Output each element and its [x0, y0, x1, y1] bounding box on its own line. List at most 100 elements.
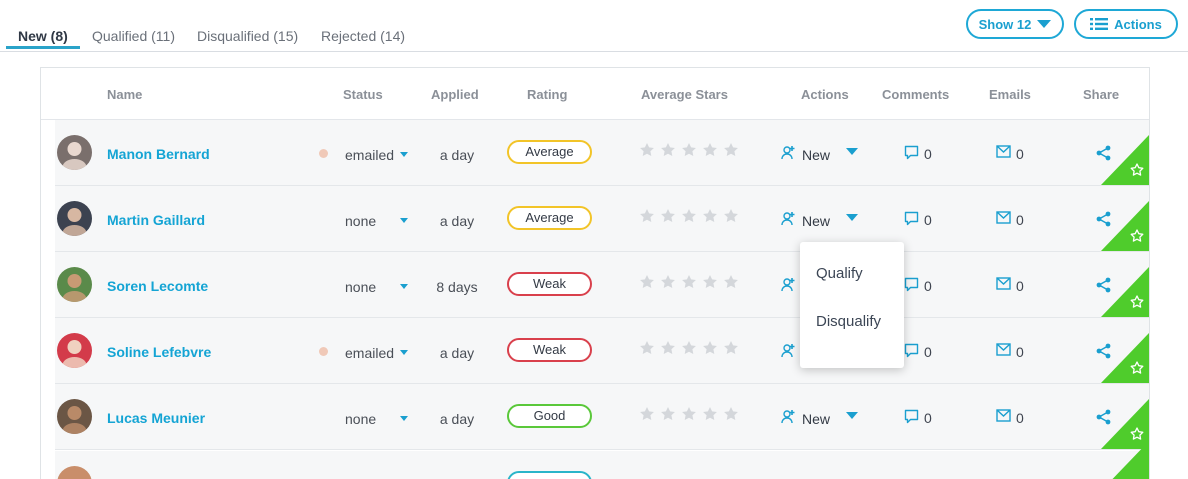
comments-count: 0: [924, 344, 932, 360]
star-icon[interactable]: [723, 208, 739, 224]
envelope-icon[interactable]: [996, 145, 1011, 158]
star-rating[interactable]: [639, 406, 739, 422]
star-icon[interactable]: [639, 340, 655, 356]
column-header-status[interactable]: Status: [343, 87, 383, 102]
column-header-comments[interactable]: Comments: [882, 87, 949, 102]
tab-qualified[interactable]: Qualified (11): [92, 28, 175, 44]
avatar[interactable]: [57, 135, 92, 170]
show-count-label: Show 12: [978, 16, 1032, 32]
star-icon[interactable]: [660, 142, 676, 158]
avatar[interactable]: [57, 333, 92, 368]
star-icon[interactable]: [723, 274, 739, 290]
tab-rejected[interactable]: Rejected (14): [321, 28, 405, 44]
action-select[interactable]: New: [802, 213, 830, 229]
status-select[interactable]: emailed: [345, 345, 394, 361]
star-icon[interactable]: [639, 406, 655, 422]
star-icon[interactable]: [660, 274, 676, 290]
comments-count: 0: [924, 212, 932, 228]
favorite-corner[interactable]: [1101, 333, 1149, 383]
chevron-down-icon[interactable]: [846, 214, 858, 221]
favorite-corner[interactable]: [1101, 135, 1149, 185]
comment-icon[interactable]: [904, 211, 919, 226]
star-icon[interactable]: [723, 340, 739, 356]
comment-icon[interactable]: [904, 277, 919, 292]
actions-button[interactable]: Actions: [1074, 9, 1178, 39]
table-row: Soren Lecomte none 8 days Weak New 0 0: [55, 252, 1149, 318]
chevron-down-icon[interactable]: [846, 412, 858, 419]
column-header-name[interactable]: Name: [107, 87, 142, 102]
star-icon[interactable]: [702, 406, 718, 422]
avatar[interactable]: [57, 201, 92, 236]
star-rating[interactable]: [639, 208, 739, 224]
candidate-name-link[interactable]: Martin Gaillard: [107, 212, 205, 228]
user-plus-icon: [781, 410, 795, 424]
comment-icon[interactable]: [904, 343, 919, 358]
star-icon[interactable]: [639, 208, 655, 224]
favorite-corner[interactable]: [1101, 201, 1149, 251]
active-tab-indicator: [6, 46, 80, 49]
comment-icon[interactable]: [904, 145, 919, 160]
star-icon[interactable]: [681, 274, 697, 290]
envelope-icon[interactable]: [996, 409, 1011, 422]
star-icon[interactable]: [723, 406, 739, 422]
star-rating[interactable]: [639, 340, 739, 356]
column-header-emails[interactable]: Emails: [989, 87, 1031, 102]
favorite-corner[interactable]: [1101, 441, 1149, 479]
menu-item-disqualify[interactable]: Disqualify: [816, 313, 881, 330]
rating-badge[interactable]: Good: [507, 404, 592, 428]
avatar[interactable]: [57, 399, 92, 434]
star-icon[interactable]: [639, 274, 655, 290]
chevron-down-icon[interactable]: [846, 148, 858, 155]
column-header-applied[interactable]: Applied: [431, 87, 479, 102]
status-select[interactable]: emailed: [345, 147, 394, 163]
star-icon[interactable]: [639, 142, 655, 158]
comment-icon[interactable]: [904, 409, 919, 424]
star-rating[interactable]: [639, 142, 739, 158]
candidate-name-link[interactable]: Soline Lefebvre: [107, 344, 211, 360]
star-icon[interactable]: [702, 208, 718, 224]
star-icon[interactable]: [660, 208, 676, 224]
rating-badge[interactable]: [507, 471, 592, 479]
star-rating[interactable]: [639, 274, 739, 290]
emails-count: 0: [1016, 146, 1024, 162]
star-icon[interactable]: [681, 406, 697, 422]
star-icon[interactable]: [702, 274, 718, 290]
user-plus-icon: [781, 344, 795, 358]
candidate-name-link[interactable]: Soren Lecomte: [107, 278, 208, 294]
status-dot: [319, 149, 328, 158]
status-select[interactable]: none: [345, 213, 376, 229]
envelope-icon[interactable]: [996, 211, 1011, 224]
star-icon[interactable]: [660, 406, 676, 422]
action-dropdown-menu: Qualify Disqualify: [800, 242, 904, 368]
menu-item-qualify[interactable]: Qualify: [816, 265, 863, 282]
avatar[interactable]: [57, 267, 92, 302]
status-select[interactable]: none: [345, 279, 376, 295]
envelope-icon[interactable]: [996, 343, 1011, 356]
tab-new[interactable]: New (8): [18, 28, 68, 44]
rating-badge[interactable]: Weak: [507, 272, 592, 296]
candidate-name-link[interactable]: Manon Bernard: [107, 146, 210, 162]
star-icon[interactable]: [702, 340, 718, 356]
candidate-name-link[interactable]: Lucas Meunier: [107, 410, 205, 426]
rating-badge[interactable]: Average: [507, 140, 592, 164]
star-icon[interactable]: [681, 340, 697, 356]
star-icon[interactable]: [681, 142, 697, 158]
column-header-rating[interactable]: Rating: [527, 87, 567, 102]
avatar[interactable]: [57, 466, 92, 479]
favorite-corner[interactable]: [1101, 267, 1149, 317]
star-icon[interactable]: [660, 340, 676, 356]
column-header-average-stars[interactable]: Average Stars: [641, 87, 728, 102]
action-select[interactable]: New: [802, 147, 830, 163]
tab-disqualified[interactable]: Disqualified (15): [197, 28, 298, 44]
status-select[interactable]: none: [345, 411, 376, 427]
star-icon[interactable]: [702, 142, 718, 158]
star-icon[interactable]: [681, 208, 697, 224]
star-icon[interactable]: [723, 142, 739, 158]
applied-time: 8 days: [436, 279, 478, 295]
show-count-button[interactable]: Show 12: [966, 9, 1064, 39]
emails-count: 0: [1016, 410, 1024, 426]
action-select[interactable]: New: [802, 411, 830, 427]
envelope-icon[interactable]: [996, 277, 1011, 290]
rating-badge[interactable]: Weak: [507, 338, 592, 362]
rating-badge[interactable]: Average: [507, 206, 592, 230]
